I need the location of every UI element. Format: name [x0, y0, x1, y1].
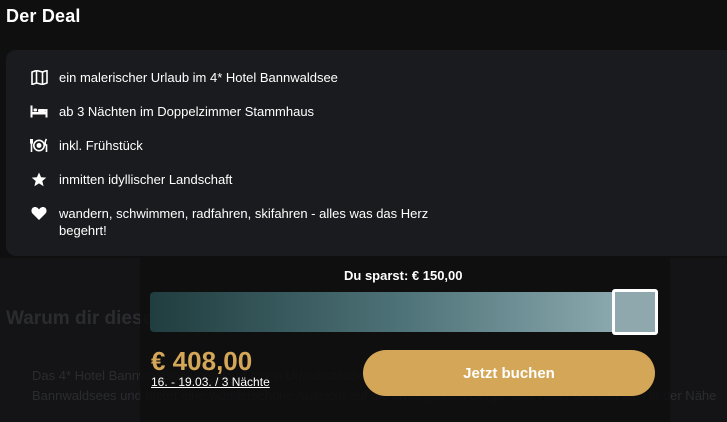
feature-item-landscape: inmitten idyllischer Landschaft [30, 171, 232, 188]
map-icon [30, 69, 48, 86]
book-now-button[interactable]: Jetzt buchen [363, 350, 655, 396]
price: € 408,00 [151, 346, 253, 376]
savings-progress-bar [150, 289, 660, 335]
travel-dates-link[interactable]: 16. - 19.03. / 3 Nächte [151, 375, 270, 389]
page-title: Der Deal [6, 6, 81, 26]
feature-text: ein malerischer Urlaub im 4* Hotel Bannw… [59, 70, 338, 85]
feature-item-breakfast: inkl. Frühstück [30, 137, 143, 154]
dining-icon [30, 137, 48, 154]
star-icon [30, 171, 48, 188]
deal-features-card: ein malerischer Urlaub im 4* Hotel Bannw… [6, 50, 727, 256]
heart-icon [30, 205, 48, 222]
feature-item-hotel: ein malerischer Urlaub im 4* Hotel Bannw… [30, 69, 338, 86]
feature-item-room: ab 3 Nächten im Doppelzimmer Stammhaus [30, 103, 314, 120]
feature-text: wandern, schwimmen, radfahren, skifahren… [59, 206, 429, 238]
feature-text: inmitten idyllischer Landschaft [59, 172, 233, 187]
feature-item-activities: wandern, schwimmen, radfahren, skifahren… [30, 205, 459, 239]
savings-progress-fill [150, 292, 614, 332]
savings-progress-handle [612, 289, 658, 335]
feature-text: ab 3 Nächten im Doppelzimmer Stammhaus [59, 104, 315, 119]
bed-icon [30, 103, 48, 120]
savings-label: Du sparst: € 150,00 [344, 268, 463, 283]
feature-text: inkl. Frühstück [59, 138, 143, 153]
deal-page: Der Deal ein malerischer Urlaub im 4* Ho… [0, 0, 727, 422]
